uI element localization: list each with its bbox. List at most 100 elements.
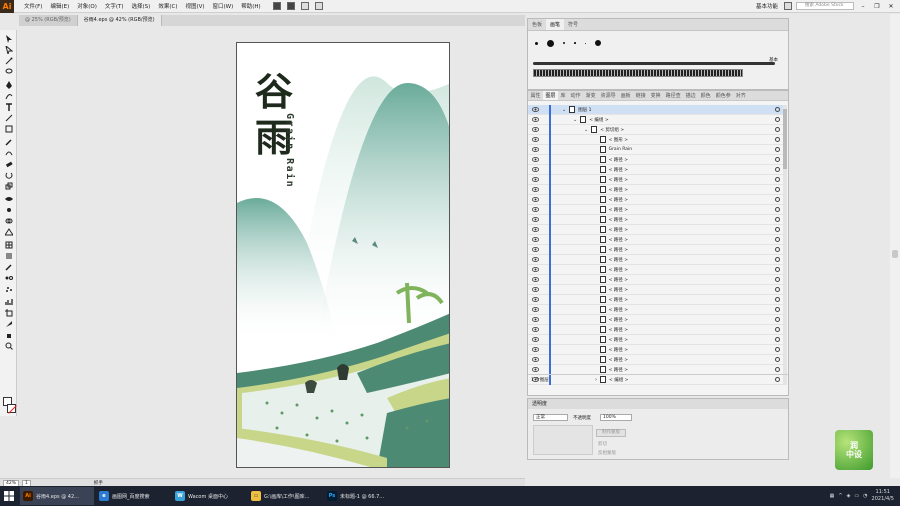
taskbar-item[interactable]: ▭ G:\画库\工作\图库... bbox=[248, 487, 322, 505]
battery-icon[interactable]: ▭ bbox=[854, 493, 859, 499]
expand-toggle-icon[interactable] bbox=[595, 267, 597, 273]
layer-row[interactable]: < 路径 > bbox=[528, 175, 783, 185]
stroke-swatch[interactable] bbox=[7, 404, 16, 413]
layer-row[interactable]: < 路径 > bbox=[528, 225, 783, 235]
target-circle-icon[interactable] bbox=[775, 147, 780, 152]
bridge-icon[interactable] bbox=[273, 2, 281, 10]
brush-pattern-preview[interactable] bbox=[533, 69, 743, 77]
layer-row[interactable]: < 路径 > bbox=[528, 275, 783, 285]
clip-checkbox[interactable]: 剪切 bbox=[598, 441, 607, 447]
taskbar-item[interactable]: e 画图网_百度搜索 bbox=[96, 487, 170, 505]
visibility-eye-icon[interactable] bbox=[532, 157, 539, 162]
target-circle-icon[interactable] bbox=[775, 247, 780, 252]
layer-row[interactable]: < 路径 > bbox=[528, 185, 783, 195]
layers-scrollbar[interactable] bbox=[783, 105, 787, 385]
arrange-icon[interactable] bbox=[301, 2, 309, 10]
expand-toggle-icon[interactable] bbox=[595, 157, 597, 163]
visibility-eye-icon[interactable] bbox=[532, 207, 539, 212]
layer-row[interactable]: < 路径 > bbox=[528, 195, 783, 205]
eraser-tool-icon[interactable] bbox=[4, 159, 13, 168]
perspective-grid-tool-icon[interactable] bbox=[4, 227, 13, 236]
layer-row[interactable]: < 路径 > bbox=[528, 305, 783, 315]
visibility-eye-icon[interactable] bbox=[532, 367, 539, 372]
visibility-eye-icon[interactable] bbox=[532, 317, 539, 322]
panel-tab[interactable]: 属性 bbox=[528, 91, 543, 100]
visibility-eye-icon[interactable] bbox=[532, 257, 539, 262]
layers-list[interactable]: ⌄ 图层 1 ⌄ < 编组 > ⌄ < 剪切组 > < 图形 > Grain Rain <… bbox=[528, 105, 783, 385]
pen-tool-icon[interactable] bbox=[4, 80, 13, 89]
menu-item[interactable]: 对象(O) bbox=[73, 2, 101, 10]
expand-toggle-icon[interactable] bbox=[595, 317, 597, 323]
panel-tab[interactable]: 描边 bbox=[683, 91, 698, 100]
menu-item[interactable]: 窗口(W) bbox=[209, 2, 238, 10]
target-circle-icon[interactable] bbox=[775, 217, 780, 222]
target-circle-icon[interactable] bbox=[775, 267, 780, 272]
blend-mode-select[interactable]: 正常 bbox=[533, 414, 568, 421]
line-tool-icon[interactable] bbox=[4, 113, 13, 122]
visibility-eye-icon[interactable] bbox=[532, 247, 539, 252]
menu-item[interactable]: 效果(C) bbox=[154, 2, 181, 10]
layer-row[interactable]: < 路径 > bbox=[528, 295, 783, 305]
target-circle-icon[interactable] bbox=[775, 117, 780, 122]
network-icon[interactable]: ◔ bbox=[863, 493, 867, 499]
visibility-eye-icon[interactable] bbox=[532, 127, 539, 132]
selection-tool-icon[interactable] bbox=[4, 34, 13, 43]
document-tab[interactable]: @ 25% (RGB/预览) bbox=[19, 15, 78, 26]
visibility-eye-icon[interactable] bbox=[532, 237, 539, 242]
target-circle-icon[interactable] bbox=[775, 337, 780, 342]
symbol-sprayer-tool-icon[interactable] bbox=[4, 284, 13, 293]
visibility-eye-icon[interactable] bbox=[532, 187, 539, 192]
layer-row[interactable]: < 路径 > bbox=[528, 155, 783, 165]
visibility-eye-icon[interactable] bbox=[532, 147, 539, 152]
layer-row[interactable]: < 路径 > bbox=[528, 285, 783, 295]
window-scrollbar[interactable] bbox=[890, 14, 900, 478]
visibility-eye-icon[interactable] bbox=[532, 287, 539, 292]
target-circle-icon[interactable] bbox=[775, 177, 780, 182]
expand-toggle-icon[interactable] bbox=[595, 337, 597, 343]
shaper-tool-icon[interactable] bbox=[4, 148, 13, 157]
layer-row[interactable]: < 路径 > bbox=[528, 265, 783, 275]
lasso-tool-icon[interactable] bbox=[4, 67, 13, 76]
stock-icon[interactable] bbox=[287, 2, 295, 10]
target-circle-icon[interactable] bbox=[775, 137, 780, 142]
expand-toggle-icon[interactable] bbox=[595, 297, 597, 303]
expand-toggle-icon[interactable] bbox=[595, 137, 597, 143]
expand-toggle-icon[interactable] bbox=[595, 227, 597, 233]
visibility-eye-icon[interactable] bbox=[532, 307, 539, 312]
brush-icon[interactable] bbox=[315, 2, 323, 10]
document-tab[interactable]: 谷雨4.eps @ 42% (RGB/预览) bbox=[77, 15, 162, 26]
panel-tab[interactable]: 库 bbox=[558, 91, 568, 100]
panel-tab[interactable]: 路径查 bbox=[663, 91, 683, 100]
blend-tool-icon[interactable] bbox=[4, 273, 13, 282]
target-circle-icon[interactable] bbox=[775, 307, 780, 312]
visibility-eye-icon[interactable] bbox=[532, 167, 539, 172]
visibility-eye-icon[interactable] bbox=[532, 297, 539, 302]
target-circle-icon[interactable] bbox=[775, 127, 780, 132]
direct-selection-tool-icon[interactable] bbox=[4, 45, 13, 54]
expand-toggle-icon[interactable] bbox=[595, 347, 597, 353]
target-circle-icon[interactable] bbox=[775, 237, 780, 242]
column-graph-tool-icon[interactable] bbox=[4, 297, 13, 306]
visibility-eye-icon[interactable] bbox=[532, 137, 539, 142]
opacity-input[interactable]: 100% bbox=[600, 414, 632, 421]
hand-tool-icon[interactable] bbox=[4, 330, 13, 339]
brush-presets[interactable] bbox=[535, 39, 630, 47]
mesh-tool-icon[interactable] bbox=[4, 240, 13, 249]
expand-toggle-icon[interactable]: ⌄ bbox=[584, 127, 588, 133]
layer-row[interactable]: < 路径 > bbox=[528, 255, 783, 265]
target-circle-icon[interactable] bbox=[775, 367, 780, 372]
visibility-eye-icon[interactable] bbox=[532, 107, 539, 112]
panel-tab[interactable]: 渐变 bbox=[583, 91, 598, 100]
clock[interactable]: 11:51 2021/4/5 bbox=[872, 489, 894, 503]
expand-toggle-icon[interactable]: ⌄ bbox=[573, 117, 577, 123]
scale-tool-icon[interactable] bbox=[4, 181, 13, 190]
expand-toggle-icon[interactable] bbox=[595, 327, 597, 333]
curvature-tool-icon[interactable] bbox=[4, 91, 13, 100]
shield-icon[interactable]: ◈ bbox=[847, 493, 851, 499]
visibility-eye-icon[interactable] bbox=[532, 267, 539, 272]
target-circle-icon[interactable] bbox=[775, 207, 780, 212]
magic-wand-tool-icon[interactable] bbox=[4, 56, 13, 65]
restore-icon[interactable]: ❐ bbox=[872, 3, 882, 10]
menu-item[interactable]: 选择(S) bbox=[128, 2, 155, 10]
target-circle-icon[interactable] bbox=[775, 157, 780, 162]
